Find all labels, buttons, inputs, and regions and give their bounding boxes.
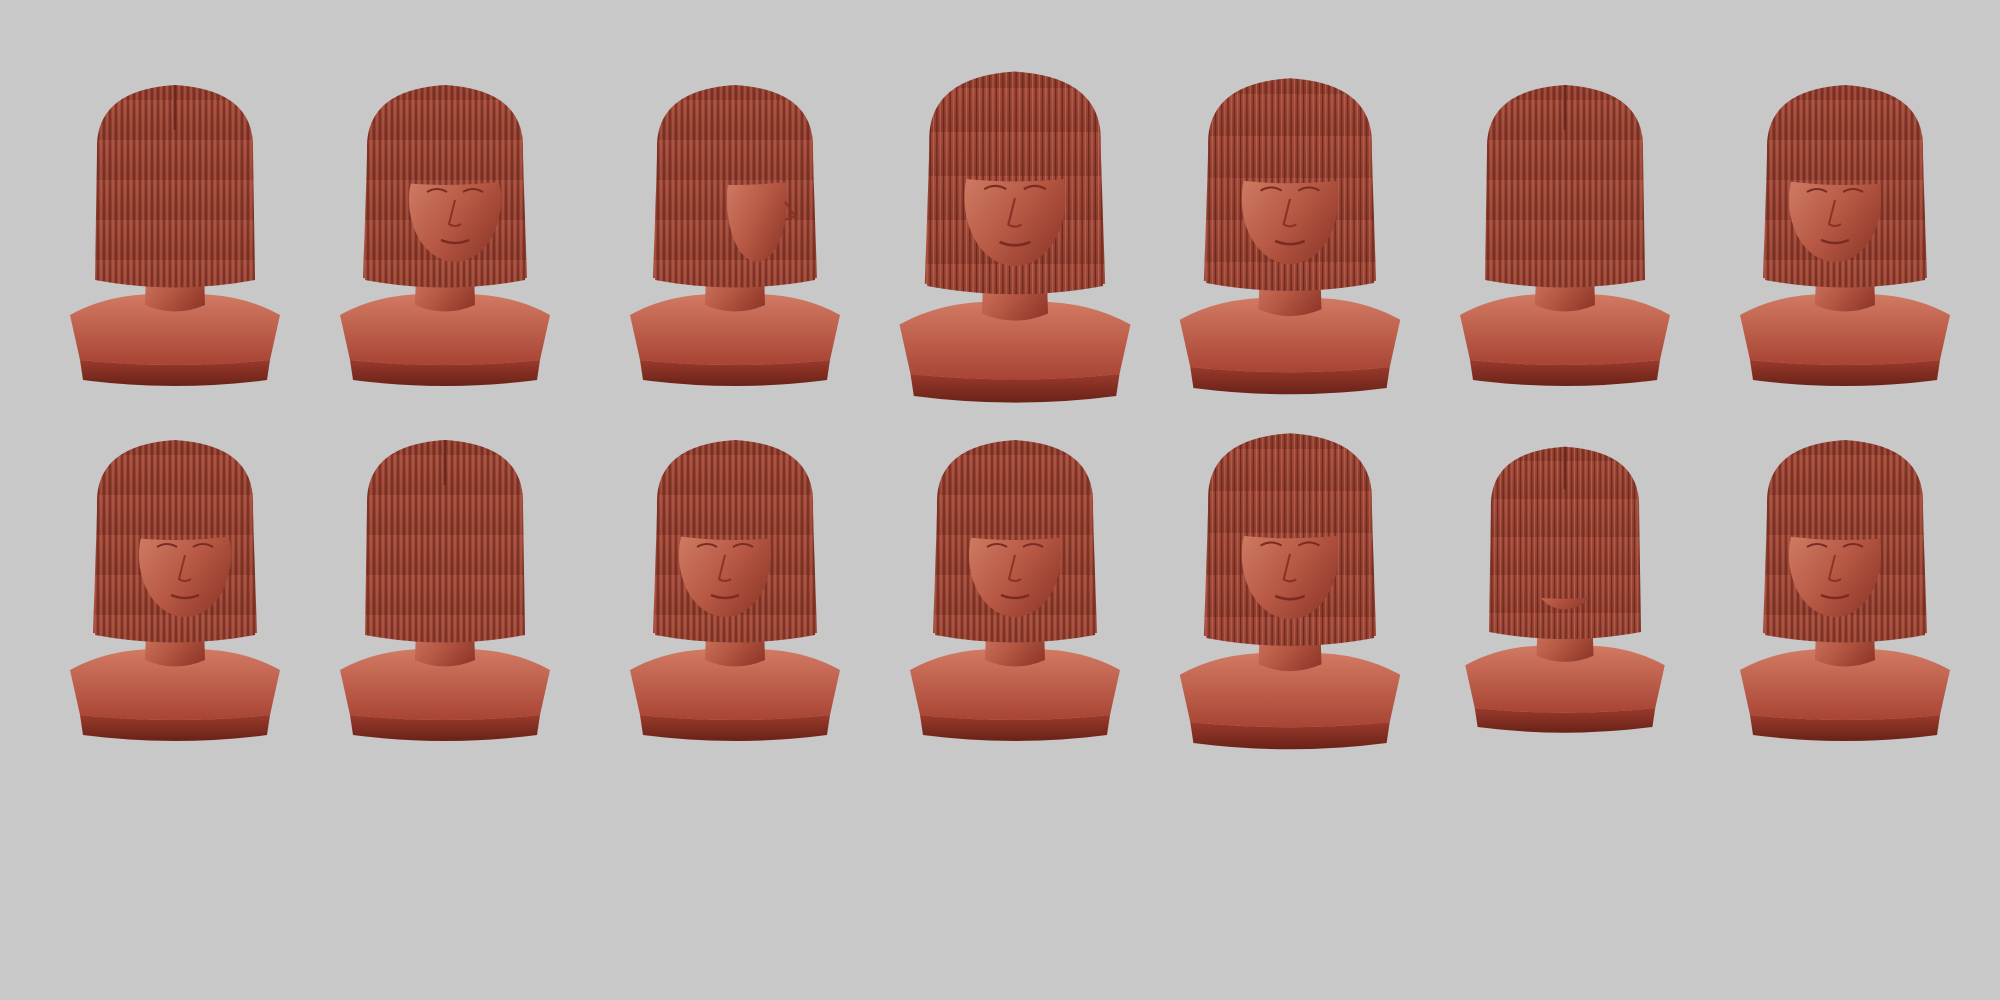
- bust-back-three-quarter: [1460, 85, 1670, 386]
- bust-front-low: [899, 71, 1131, 403]
- bust-front: [1179, 78, 1401, 395]
- bust-three-quarter-left: [630, 440, 840, 741]
- bust-front-high: [910, 440, 1120, 741]
- bust-front: [1179, 433, 1401, 750]
- render-canvas: [0, 0, 2000, 1000]
- bust-turnaround-grid: [70, 71, 1950, 750]
- bust-three-quarter-left: [1740, 85, 1950, 386]
- bust-back-three-quarter: [340, 440, 550, 741]
- bust-three-quarter-right: [340, 85, 550, 386]
- bust-three-quarter-right: [70, 440, 280, 741]
- bust-back: [70, 85, 280, 386]
- bust-top-down: [1465, 446, 1665, 733]
- bust-profile-left: [630, 85, 840, 386]
- bust-three-quarter-left: [1740, 440, 1950, 741]
